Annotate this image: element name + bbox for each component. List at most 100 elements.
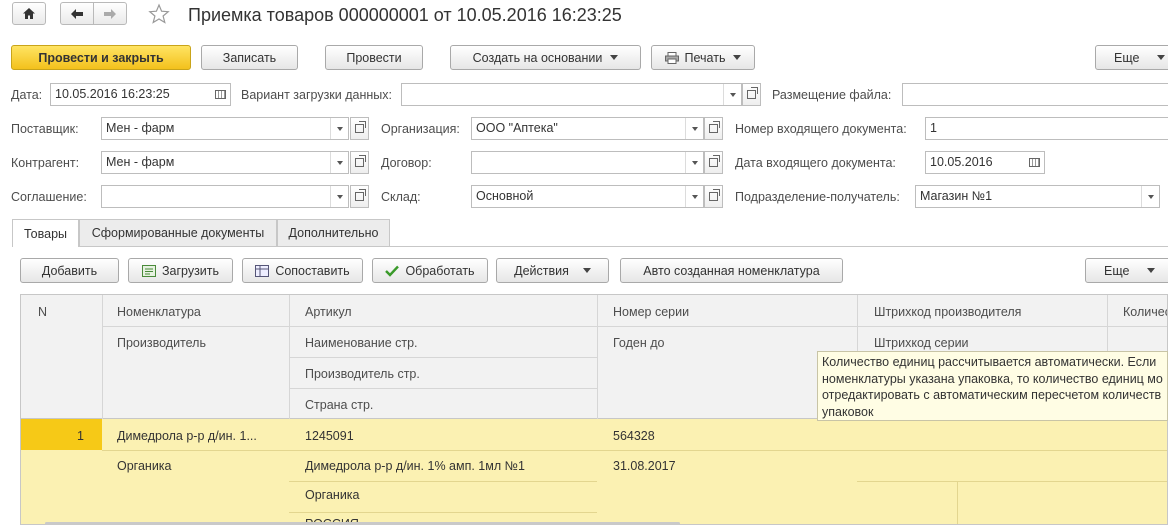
incoming-date-field[interactable]: 10.05.2016 <box>925 151 1045 174</box>
match-icon <box>255 264 270 277</box>
dropdown-icon[interactable] <box>685 152 703 173</box>
arrow-left-icon <box>71 8 83 19</box>
create-based-on-button[interactable]: Создать на основании <box>450 45 641 70</box>
open-icon[interactable] <box>742 83 761 106</box>
warehouse-field[interactable]: Основной <box>471 185 704 208</box>
page-title: Приемка товаров 000000001 от 10.05.2016 … <box>188 5 622 25</box>
dropdown-icon[interactable] <box>330 118 348 139</box>
table-more-label: Еще <box>1104 263 1130 278</box>
open-icon[interactable] <box>350 117 369 140</box>
counterparty-label: Контрагент: <box>11 156 80 170</box>
tooltip-line: номенклатуры указана упаковка, то количе… <box>822 371 1163 386</box>
tab-divider <box>12 246 1168 247</box>
load-variant-label: Вариант загрузки данных: <box>241 88 392 102</box>
process-label: Обработать <box>405 263 475 278</box>
chevron-down-icon <box>733 55 742 60</box>
header-country-str[interactable]: Страна стр. <box>305 397 373 413</box>
table-more-button[interactable]: Еще <box>1085 258 1168 283</box>
header-series[interactable]: Номер серии <box>613 304 689 320</box>
counterparty-field[interactable]: Мен - фарм <box>101 151 349 174</box>
header-name-str[interactable]: Наименование стр. <box>305 335 418 351</box>
forward-button[interactable] <box>93 2 127 25</box>
print-label: Печать <box>684 50 726 65</box>
calendar-icon[interactable] <box>211 85 229 104</box>
write-button[interactable]: Записать <box>201 45 298 70</box>
home-button[interactable] <box>12 2 46 25</box>
supplier-field[interactable]: Мен - фарм <box>101 117 349 140</box>
header-series-barcode[interactable]: Штрихкод серии <box>874 335 969 351</box>
post-button[interactable]: Провести <box>325 45 423 70</box>
chevron-down-icon <box>1157 55 1166 60</box>
header-manufacturer[interactable]: Производитель <box>117 335 206 351</box>
dropdown-icon[interactable] <box>330 186 348 207</box>
tab-additional[interactable]: Дополнительно <box>277 219 390 246</box>
incoming-number-field[interactable]: 1 <box>925 117 1168 140</box>
row-divider <box>289 481 597 482</box>
receiver-field[interactable]: Магазин №1 <box>915 185 1160 208</box>
open-icon[interactable] <box>704 117 723 140</box>
tooltip-line: упаковок <box>822 404 874 419</box>
warehouse-value: Основной <box>476 189 534 203</box>
dropdown-icon[interactable] <box>723 84 741 105</box>
load-button[interactable]: Загрузить <box>128 258 233 283</box>
dropdown-icon[interactable] <box>1141 186 1159 207</box>
col-divider <box>957 481 958 524</box>
incoming-number-value: 1 <box>930 121 937 135</box>
receiver-label: Подразделение-получатель: <box>735 190 900 204</box>
post-and-close-button[interactable]: Провести и закрыть <box>11 45 191 70</box>
incoming-number-label: Номер входящего документа: <box>735 122 907 136</box>
row-name-str: Димедрола р-р д/ин. 1% амп. 1мл №1 <box>305 459 525 473</box>
calendar-icon[interactable] <box>1025 153 1043 172</box>
supplier-label: Поставщик: <box>11 122 79 136</box>
back-button[interactable] <box>60 2 94 25</box>
match-button[interactable]: Сопоставить <box>242 258 363 283</box>
header-n[interactable]: N <box>38 304 47 320</box>
header-valid-until[interactable]: Годен до <box>613 335 664 351</box>
open-icon[interactable] <box>704 151 723 174</box>
dropdown-icon[interactable] <box>685 186 703 207</box>
favorite-star-icon[interactable] <box>148 3 170 28</box>
dropdown-icon[interactable] <box>330 152 348 173</box>
organization-field[interactable]: ООО "Аптека" <box>471 117 704 140</box>
contract-field[interactable] <box>471 151 704 174</box>
more-button[interactable]: Еще <box>1095 45 1168 70</box>
arrow-right-icon <box>104 8 116 19</box>
match-label: Сопоставить <box>275 263 350 278</box>
header-article[interactable]: Артикул <box>305 304 352 320</box>
organization-value: ООО "Аптека" <box>476 121 558 135</box>
print-button[interactable]: Печать <box>651 45 755 70</box>
tooltip-line: Количество единиц рассчитывается автомат… <box>822 355 1157 369</box>
home-icon <box>23 8 35 19</box>
tab-goods[interactable]: Товары <box>12 219 79 247</box>
auto-nomenclature-button[interactable]: Авто созданная номенклатура <box>620 258 843 283</box>
agreement-label: Соглашение: <box>11 190 87 204</box>
agreement-field[interactable] <box>101 185 349 208</box>
row-nomenclature: Димедрола р-р д/ин. 1... <box>117 429 257 443</box>
row-divider <box>289 512 597 513</box>
chevron-down-icon <box>582 268 591 273</box>
date-field[interactable]: 10.05.2016 16:23:25 <box>50 83 231 106</box>
actions-button[interactable]: Действия <box>496 258 609 283</box>
header-quantity[interactable]: Количество <box>1123 304 1167 320</box>
header-manufacturer-str[interactable]: Производитель стр. <box>305 366 420 382</box>
add-button[interactable]: Добавить <box>20 258 119 283</box>
row-article: 1245091 <box>305 429 354 443</box>
warehouse-label: Склад: <box>381 190 421 204</box>
load-variant-field[interactable] <box>401 83 742 106</box>
row-manufacturer-str: Органика <box>305 488 360 502</box>
open-icon[interactable] <box>350 185 369 208</box>
row-divider <box>102 326 1167 327</box>
tooltip-line: отредактировать с автоматическим пересче… <box>822 388 1162 402</box>
header-nomenclature[interactable]: Номенклатура <box>117 304 201 320</box>
counterparty-value: Мен - фарм <box>106 155 175 169</box>
row-number-cell[interactable] <box>21 419 102 450</box>
file-location-field[interactable] <box>902 83 1168 106</box>
header-barcode[interactable]: Штрихкод производителя <box>874 304 1021 320</box>
tab-generated-documents[interactable]: Сформированные документы <box>79 219 277 246</box>
dropdown-icon[interactable] <box>685 118 703 139</box>
open-icon[interactable] <box>350 151 369 174</box>
row-n: 1 <box>77 429 84 443</box>
open-icon[interactable] <box>704 185 723 208</box>
process-button[interactable]: Обработать <box>372 258 488 283</box>
row-manufacturer: Органика <box>117 459 172 473</box>
